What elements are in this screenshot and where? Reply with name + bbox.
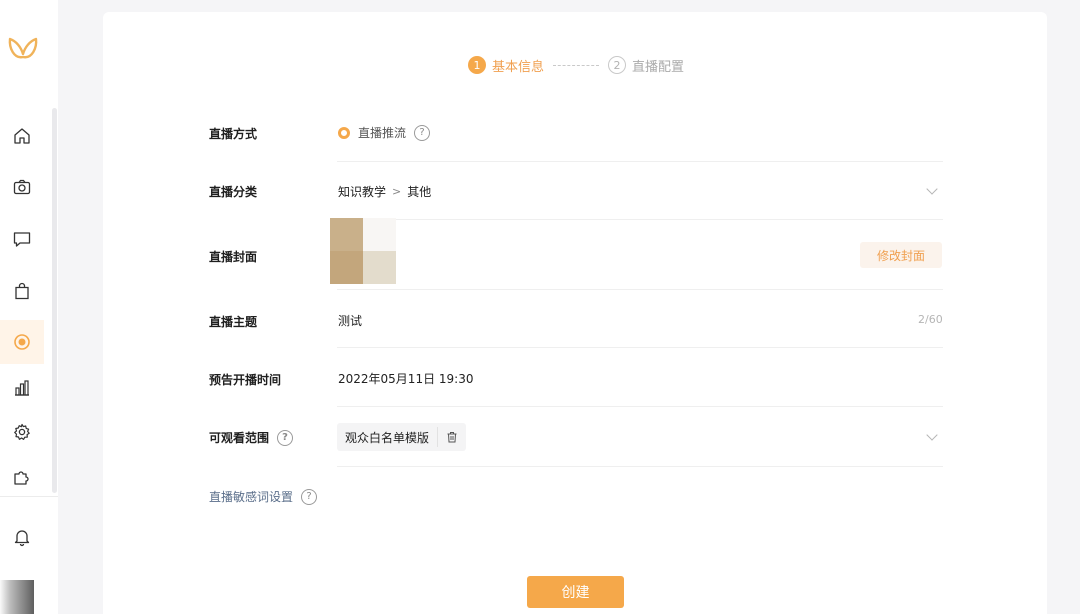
help-icon[interactable]: ? [301,488,318,505]
row-divider [337,347,943,348]
topic-char-counter: 2/60 [918,313,943,326]
sidebar-divider [0,496,58,497]
sensitive-words-link[interactable]: 直播敏感词设置 [209,488,293,505]
tag-separator [437,427,439,447]
nav-messages[interactable] [0,217,44,261]
scope-label-group: 可观看范围 ? [209,429,294,446]
change-cover-button[interactable]: 修改封面 [860,242,942,268]
nav-home[interactable] [0,114,44,158]
row-divider [337,466,943,467]
cover-thumbnail[interactable] [330,218,396,284]
scope-tag: 观众白名单模版 [337,423,467,451]
row-divider [337,406,943,407]
home-icon [14,128,30,144]
step-indicator: 1 基本信息 2 直播配置 [468,55,684,75]
nav-notifications[interactable] [0,515,44,559]
row-divider [337,219,943,220]
schedule-label: 预告开播时间 [209,373,282,387]
trash-icon[interactable] [446,431,458,443]
cover-label: 直播封面 [209,250,258,264]
shopping-bag-icon [15,282,29,300]
radio-selected-icon[interactable] [338,126,350,139]
row-divider [337,289,943,290]
live-icon [14,334,30,350]
scope-label: 可观看范围 [209,431,270,445]
camera-icon [13,179,31,195]
nav-live[interactable] [0,320,44,364]
method-radio-group[interactable]: 直播推流 ? [338,124,431,141]
sidebar-scrollbar[interactable] [52,108,57,493]
method-option-label: 直播推流 [358,126,407,140]
step-1-number: 1 [468,56,486,74]
scope-tag-label: 观众白名单模版 [345,430,430,445]
category-select[interactable]: 知识教学 > 其他 [338,183,431,200]
create-button[interactable]: 创建 [527,576,624,608]
nav-plugins[interactable] [0,455,44,499]
nav-settings[interactable] [0,410,44,454]
gear-icon [14,423,30,440]
category-secondary: 其他 [407,185,432,199]
bell-icon [14,530,30,547]
step-2-number: 2 [608,56,627,74]
topic-label: 直播主题 [209,315,258,329]
nav-analytics[interactable] [0,366,44,410]
message-icon [13,232,31,247]
category-primary: 知识教学 [338,185,387,199]
bar-chart-icon [15,380,29,396]
step-connector [553,64,600,66]
schedule-datetime-input[interactable]: 2022年05月11日 19:30 [338,370,473,387]
method-label: 直播方式 [209,127,258,141]
help-icon[interactable]: ? [414,124,431,141]
topic-input[interactable]: 测试 [338,312,362,329]
sensitive-words-link-group: 直播敏感词设置 ? [209,488,318,505]
category-label: 直播分类 [209,185,258,199]
puzzle-icon [14,471,29,485]
corner-shadow [0,580,34,614]
nav-camera[interactable] [0,165,44,209]
step-1-label[interactable]: 基本信息 [492,56,544,75]
help-icon[interactable]: ? [277,429,294,446]
row-divider [337,161,943,162]
sidebar [0,0,58,614]
app-logo-icon[interactable] [6,32,40,66]
nav-shop[interactable] [0,269,44,313]
step-2-label[interactable]: 直播配置 [632,56,684,75]
chevron-right-icon: > [392,185,402,198]
